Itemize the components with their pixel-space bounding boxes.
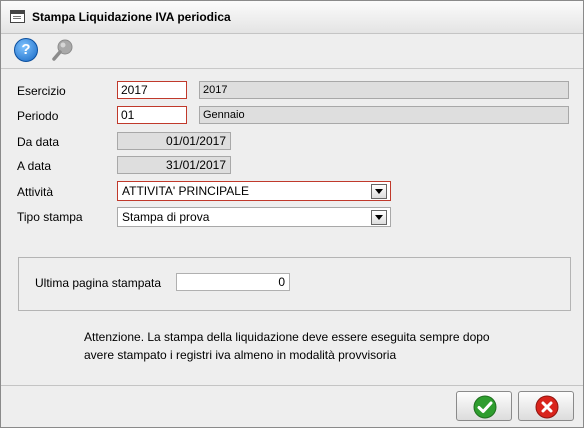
warning-note-line2: avere stampato i registri iva almeno in … <box>84 348 397 362</box>
warning-note: Attenzione. La stampa della liquidazione… <box>84 328 534 364</box>
ultima-pagina-input[interactable]: 0 <box>176 273 290 291</box>
esercizio-description: 2017 <box>199 81 569 99</box>
attivita-select[interactable]: ATTIVITA' PRINCIPALE <box>117 181 391 201</box>
tipo-stampa-select[interactable]: Stampa di prova <box>117 207 391 227</box>
da-data-field: 01/01/2017 <box>117 132 231 150</box>
chevron-down-icon[interactable] <box>371 210 387 225</box>
window-title: Stampa Liquidazione IVA periodica <box>32 10 231 24</box>
tipo-stampa-selected-value: Stampa di prova <box>122 210 210 224</box>
cancel-button[interactable] <box>518 391 574 421</box>
tipo-stampa-label: Tipo stampa <box>17 210 83 224</box>
esercizio-input[interactable]: 2017 <box>117 81 187 99</box>
periodo-label: Periodo <box>17 109 59 123</box>
esercizio-label: Esercizio <box>17 84 66 98</box>
a-data-label: A data <box>17 159 52 173</box>
dialog-window: Stampa Liquidazione IVA periodica ? Eser… <box>0 0 584 428</box>
title-bar: Stampa Liquidazione IVA periodica <box>1 1 583 34</box>
help-icon[interactable]: ? <box>14 38 38 62</box>
attivita-selected-value: ATTIVITA' PRINCIPALE <box>122 184 249 198</box>
check-icon <box>473 395 497 419</box>
toolbar <box>1 34 583 69</box>
window-icon <box>10 10 25 23</box>
da-data-label: Da data <box>17 135 60 149</box>
cancel-icon <box>535 395 559 419</box>
periodo-input[interactable]: 01 <box>117 106 187 124</box>
bottom-separator <box>1 385 583 386</box>
confirm-button[interactable] <box>456 391 512 421</box>
warning-note-line1: Attenzione. La stampa della liquidazione… <box>84 330 490 344</box>
chevron-down-icon[interactable] <box>371 184 387 199</box>
periodo-description: Gennaio <box>199 106 569 124</box>
search-icon[interactable] <box>51 38 75 62</box>
attivita-label: Attività <box>17 185 54 199</box>
ultima-pagina-label: Ultima pagina stampata <box>35 276 162 290</box>
a-data-field: 31/01/2017 <box>117 156 231 174</box>
